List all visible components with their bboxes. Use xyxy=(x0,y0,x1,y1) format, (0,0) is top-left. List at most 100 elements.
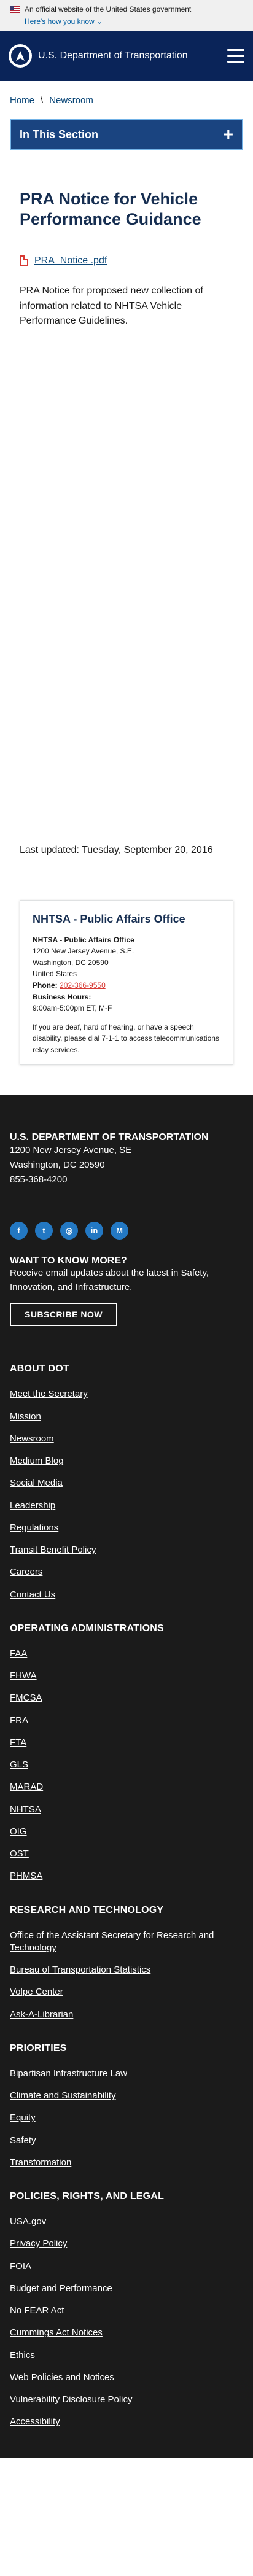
footer-link[interactable]: FAA xyxy=(10,1643,243,1665)
footer-link[interactable]: NHTSA xyxy=(10,1799,243,1821)
footer-list-item: FAA xyxy=(10,1643,243,1665)
footer-link[interactable]: Ask-A-Librarian xyxy=(10,2004,243,2026)
in-this-section-toggle[interactable]: In This Section + xyxy=(10,119,243,150)
contact-phone-link[interactable]: 202-366-9550 xyxy=(60,981,106,990)
footer-link[interactable]: No FEAR Act xyxy=(10,2300,243,2322)
footer-link[interactable]: Medium Blog xyxy=(10,1450,243,1472)
attachment-link[interactable]: PRA_Notice .pdf xyxy=(34,255,107,266)
footer-link[interactable]: FOIA xyxy=(10,2256,243,2278)
footer-link[interactable]: Safety xyxy=(10,2130,243,2152)
contact-address-line: Washington, DC 20590 xyxy=(33,958,109,967)
footer-link[interactable]: FMCSA xyxy=(10,1687,243,1709)
footer-phone[interactable]: 855-368-4200 xyxy=(10,1173,243,1187)
footer-link[interactable]: Equity xyxy=(10,2107,243,2129)
page-description: PRA Notice for proposed new collection o… xyxy=(20,285,203,327)
footer-link[interactable]: FTA xyxy=(10,1732,243,1754)
footer-link[interactable]: Bureau of Transportation Statistics xyxy=(10,1959,243,1981)
footer-link-list: FAA FHWA FMCSA FRA FTA GLS MARAD NHTSA OIG OST PHM… xyxy=(10,1643,243,1888)
medium-icon[interactable]: M xyxy=(111,1222,128,1240)
contact-card: NHTSA - Public Affairs Office NHTSA - Pu… xyxy=(20,900,233,1065)
instagram-icon[interactable]: ◎ xyxy=(60,1222,78,1240)
footer-list-item: Contact Us xyxy=(10,1584,243,1606)
footer-link[interactable]: Transformation xyxy=(10,2152,243,2174)
footer-link[interactable]: Privacy Policy xyxy=(10,2233,243,2255)
footer-link[interactable]: PHMSA xyxy=(10,1865,243,1887)
footer-link[interactable]: Cummings Act Notices xyxy=(10,2322,243,2344)
footer-address-line: Washington, DC 20590 xyxy=(10,1160,105,1171)
subscribe-button[interactable]: SUBSCRIBE NOW xyxy=(10,1303,118,1327)
attachment: PRA_Notice .pdf xyxy=(20,255,233,266)
footer-list-item: Safety xyxy=(10,2130,243,2152)
breadcrumb-newsroom-link[interactable]: Newsroom xyxy=(49,95,93,106)
dot-logo[interactable] xyxy=(9,44,32,68)
footer-section: ABOUT DOT Meet the Secretary Mission Newsro… xyxy=(10,1364,243,1606)
footer-link[interactable]: Newsroom xyxy=(10,1428,243,1450)
footer-link[interactable]: USA.gov xyxy=(10,2211,243,2233)
footer-link[interactable]: Vulnerability Disclosure Policy xyxy=(10,2389,243,2411)
footer-link[interactable]: Mission xyxy=(10,1406,243,1428)
footer-link[interactable]: MARAD xyxy=(10,1776,243,1798)
footer-link[interactable]: Accessibility xyxy=(10,2411,243,2433)
footer-section-heading: POLICIES, RIGHTS, AND LEGAL xyxy=(10,2191,165,2202)
footer-link[interactable]: OIG xyxy=(10,1821,243,1843)
footer-link[interactable]: Volpe Center xyxy=(10,1981,243,2003)
site-title[interactable]: U.S. Department of Transportation xyxy=(38,50,227,61)
footer-link[interactable]: FRA xyxy=(10,1710,243,1732)
footer-list-item: MARAD xyxy=(10,1776,243,1798)
footer-list-item: Leadership xyxy=(10,1495,243,1517)
footer-section: PRIORITIES Bipartisan Infrastructure Law C… xyxy=(10,2043,243,2174)
footer-link[interactable]: Bipartisan Infrastructure Law xyxy=(10,2063,243,2085)
footer-link[interactable]: Regulations xyxy=(10,1517,243,1539)
footer-list-item: Meet the Secretary xyxy=(10,1383,243,1405)
footer-link[interactable]: Leadership xyxy=(10,1495,243,1517)
footer-link[interactable]: Office of the Assistant Secretary for Re… xyxy=(10,1925,243,1960)
footer-org-name: U.S. DEPARTMENT OF TRANSPORTATION xyxy=(10,1132,209,1143)
linkedin-icon[interactable]: in xyxy=(85,1222,103,1240)
footer-link[interactable]: Meet the Secretary xyxy=(10,1383,243,1405)
footer-list-item: FHWA xyxy=(10,1665,243,1687)
footer-list-item: FOIA xyxy=(10,2256,243,2278)
hamburger-icon xyxy=(227,49,244,51)
footer-link[interactable]: Budget and Performance xyxy=(10,2278,243,2300)
footer-list-item: USA.gov xyxy=(10,2211,243,2233)
heres-how-you-know-link[interactable]: Here's how you know ⌄ xyxy=(25,17,103,26)
footer-list-item: FMCSA xyxy=(10,1687,243,1709)
footer-list-item: Bureau of Transportation Statistics xyxy=(10,1959,243,1981)
social-links: f t ◎ in M xyxy=(10,1222,243,1240)
footer-list-item: Careers xyxy=(10,1561,243,1583)
gov-banner-text: An official website of the United States… xyxy=(25,5,192,14)
footer-link-list: Bipartisan Infrastructure Law Climate and… xyxy=(10,2063,243,2174)
want-more-heading: WANT TO KNOW MORE? xyxy=(10,1255,127,1267)
site-footer: U.S. DEPARTMENT OF TRANSPORTATION 1200 N… xyxy=(0,1095,253,2458)
contact-title: NHTSA - Public Affairs Office xyxy=(33,913,185,926)
last-updated: Last updated: Tuesday, September 20, 201… xyxy=(20,845,213,856)
footer-list-item: Web Policies and Notices xyxy=(10,2367,243,2389)
footer-section: OPERATING ADMINISTRATIONS FAA FHWA FMCSA FRA… xyxy=(10,1623,243,1888)
footer-list-item: NHTSA xyxy=(10,1799,243,1821)
page-title: PRA Notice for Vehicle Performance Guida… xyxy=(20,190,201,228)
footer-link[interactable]: Ethics xyxy=(10,2345,243,2367)
breadcrumb-home-link[interactable]: Home xyxy=(10,95,34,106)
footer-link[interactable]: Transit Benefit Policy xyxy=(10,1539,243,1561)
footer-link[interactable]: Careers xyxy=(10,1561,243,1583)
breadcrumb-separator-icon: \ xyxy=(41,95,44,106)
footer-list-item: Transit Benefit Policy xyxy=(10,1539,243,1561)
footer-link[interactable]: OST xyxy=(10,1843,243,1865)
contact-address-line: 1200 New Jersey Avenue, S.E. xyxy=(33,947,134,956)
menu-button[interactable] xyxy=(227,49,244,63)
footer-section-heading: RESEARCH AND TECHNOLOGY xyxy=(10,1904,164,1915)
footer-list-item: Volpe Center xyxy=(10,1981,243,2003)
facebook-icon[interactable]: f xyxy=(10,1222,28,1240)
footer-list-item: Equity xyxy=(10,2107,243,2129)
chevron-down-icon: ⌄ xyxy=(96,17,103,26)
footer-link[interactable]: FHWA xyxy=(10,1665,243,1687)
twitter-icon[interactable]: t xyxy=(35,1222,53,1240)
footer-link[interactable]: Climate and Sustainability xyxy=(10,2085,243,2107)
footer-link[interactable]: GLS xyxy=(10,1754,243,1776)
footer-link[interactable]: Social Media xyxy=(10,1472,243,1494)
contact-address-line: United States xyxy=(33,969,77,979)
footer-link[interactable]: Contact Us xyxy=(10,1584,243,1606)
footer-link[interactable]: Web Policies and Notices xyxy=(10,2367,243,2389)
footer-link-list: Office of the Assistant Secretary for Re… xyxy=(10,1925,243,2026)
footer-list-item: Climate and Sustainability xyxy=(10,2085,243,2107)
